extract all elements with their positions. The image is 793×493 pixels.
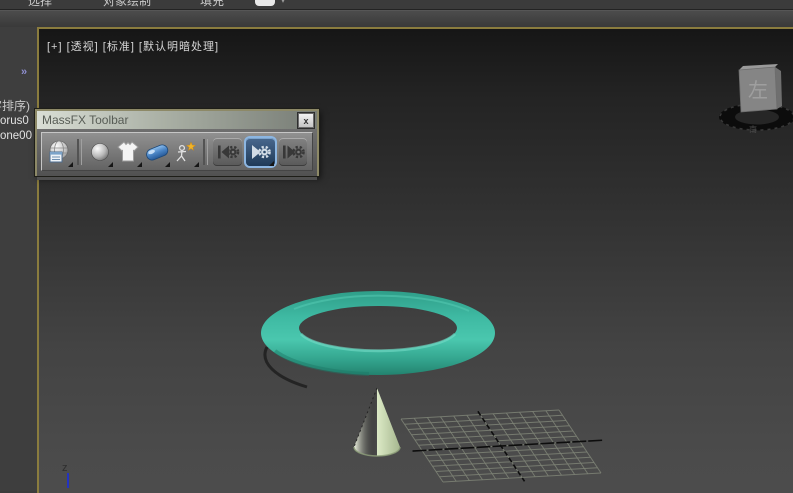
tab-populate[interactable]: 填充: [200, 0, 224, 8]
expand-chevron-icon[interactable]: »: [21, 66, 27, 78]
massfx-toolstrip: [41, 132, 313, 171]
rigid-body-sphere-icon: [88, 140, 112, 164]
scene-3d: z: [39, 29, 793, 490]
cone-object[interactable]: [354, 388, 400, 456]
scene-explorer-panel: » 字排序) orus0 one00: [0, 27, 38, 491]
flyout-corner: [194, 162, 199, 167]
torus-object[interactable]: [261, 291, 495, 387]
world-axis-gizmo: z: [62, 462, 68, 488]
flyout-corner: [108, 162, 113, 167]
start-simulation-button[interactable]: [246, 138, 275, 166]
constraint-button[interactable]: [143, 137, 172, 167]
list-item-torus[interactable]: orus0: [0, 115, 29, 127]
viewcube-face-label[interactable]: 左: [748, 79, 768, 102]
rigid-body-button[interactable]: [85, 137, 114, 167]
step-simulation-icon: [281, 143, 305, 161]
chevron-down-icon[interactable]: ▾: [281, 0, 285, 5]
massfx-title: MassFX Toolbar: [37, 111, 128, 129]
massfx-toolbody: [37, 129, 317, 180]
flyout-corner: [68, 162, 73, 167]
sort-header-label: 字排序): [0, 97, 30, 114]
flyout-corner: [137, 162, 142, 167]
list-item-cone[interactable]: one00: [0, 130, 32, 142]
home-grid: [389, 406, 625, 487]
compass-label[interactable]: 南: [749, 124, 757, 134]
mcloth-button[interactable]: [114, 137, 143, 167]
ribbon-tab-bar: 选择 对象绘制 填充 ▾: [0, 0, 793, 10]
ragdoll-button[interactable]: [171, 137, 200, 167]
constraint-capsule-icon: [143, 140, 171, 164]
flyout-corner: [165, 162, 170, 167]
flyout-corner: [269, 161, 274, 166]
world-parameters-button[interactable]: [45, 137, 74, 167]
separator: [203, 139, 209, 165]
application-window: 选择 对象绘制 填充 ▾ » 字排序) orus0 one00 [+] [透视]…: [0, 0, 793, 491]
axis-z-label: z: [62, 462, 68, 474]
mcloth-shirt-icon: [115, 140, 141, 164]
ribbon-tool-icon[interactable]: [255, 0, 275, 6]
play-simulation-icon: [248, 143, 272, 161]
viewport[interactable]: [+] [透视] [标准] [默认明暗处理]: [37, 27, 793, 493]
massfx-titlebar[interactable]: MassFX Toolbar x: [37, 111, 317, 129]
viewcube[interactable]: 左 南: [715, 57, 793, 137]
close-button[interactable]: x: [298, 113, 314, 128]
reset-simulation-button[interactable]: [213, 138, 242, 166]
star-icon: [187, 142, 196, 150]
separator: [77, 139, 83, 165]
step-simulation-button[interactable]: [279, 138, 308, 166]
reset-simulation-icon: [216, 143, 240, 161]
massfx-toolbar-window[interactable]: MassFX Toolbar x: [35, 109, 319, 176]
tab-select[interactable]: 选择: [28, 0, 52, 8]
tab-object-paint[interactable]: 对象绘制: [103, 0, 151, 8]
